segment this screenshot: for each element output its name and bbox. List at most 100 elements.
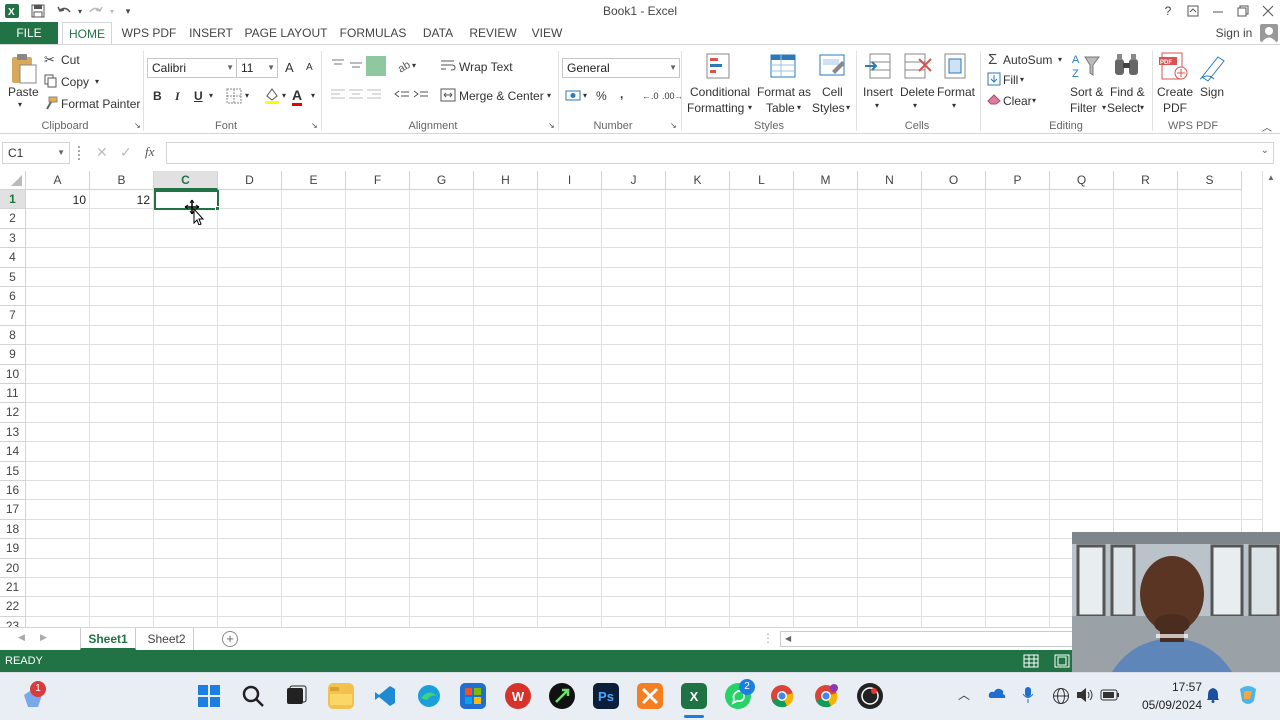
create-pdf-icon[interactable]: PDF (1159, 51, 1189, 81)
sheet-tab-sheet2[interactable]: Sheet2 (140, 628, 194, 650)
borders-dropdown-icon[interactable]: ▾ (245, 91, 249, 100)
sort-filter-icon[interactable]: AZ (1071, 51, 1101, 81)
conditional-formatting-icon[interactable] (704, 51, 734, 81)
scroll-left-icon[interactable]: ◀ (785, 634, 791, 643)
fill-color-icon[interactable] (263, 86, 281, 107)
collapse-ribbon-icon[interactable]: ︿ (1262, 119, 1272, 134)
copy-button[interactable]: Copy (61, 75, 89, 89)
clipboard-launcher-icon[interactable]: ↘ (134, 121, 141, 130)
clear-button[interactable]: Clear (1003, 94, 1032, 108)
increase-indent-icon[interactable] (413, 88, 429, 105)
chevron-down-icon[interactable]: ▾ (952, 101, 956, 110)
format-cells-icon[interactable] (941, 51, 971, 81)
tab-view[interactable]: VIEW (528, 22, 566, 45)
column-header-h[interactable]: H (474, 171, 538, 190)
format-painter-button[interactable]: Format Painter (61, 97, 140, 111)
battery-icon[interactable] (1100, 689, 1120, 704)
cut-button[interactable]: Cut (61, 53, 80, 67)
sort-filter-label-2[interactable]: Filter (1070, 101, 1097, 115)
column-header-r[interactable]: R (1114, 171, 1178, 190)
tab-data[interactable]: DATA (418, 22, 458, 45)
file-explorer-icon[interactable] (328, 683, 354, 709)
autosum-icon[interactable]: Σ (988, 51, 997, 68)
row-header-9[interactable]: 9 (0, 345, 26, 365)
column-header-j[interactable]: J (602, 171, 666, 190)
row-header-3[interactable]: 3 (0, 228, 26, 249)
grow-font-button[interactable]: A (285, 60, 294, 75)
excel-taskbar-icon[interactable]: X (681, 683, 707, 709)
column-header-q[interactable]: Q (1050, 171, 1114, 190)
chevron-down-icon[interactable]: ▾ (797, 103, 801, 112)
column-header-c[interactable]: C (154, 171, 218, 190)
obs-icon[interactable] (857, 683, 883, 709)
column-header-f[interactable]: F (346, 171, 410, 190)
row-header-18[interactable]: 18 (0, 519, 26, 540)
chevron-down-icon[interactable]: ▾ (1102, 103, 1106, 112)
align-left-icon[interactable] (330, 88, 346, 105)
underline-button[interactable]: U (194, 89, 203, 103)
tab-formulas[interactable]: FORMULAS (336, 22, 410, 45)
store-icon[interactable] (460, 683, 486, 709)
fill-icon[interactable] (987, 72, 1001, 89)
fill-handle[interactable] (215, 206, 220, 211)
sign-pen-icon[interactable] (1198, 51, 1228, 82)
borders-icon[interactable] (226, 88, 242, 107)
chrome-icon[interactable] (769, 683, 795, 709)
volume-icon[interactable] (1076, 687, 1094, 706)
fill-color-dropdown-icon[interactable]: ▾ (282, 91, 286, 100)
edge-icon[interactable] (416, 683, 442, 709)
format-as-table-label-1[interactable]: Format as (757, 85, 811, 99)
tab-page-layout[interactable]: PAGE LAYOUT (244, 22, 328, 45)
merge-center-button[interactable]: Merge & Center (459, 89, 544, 103)
row-header-20[interactable]: 20 (0, 558, 26, 578)
bold-button[interactable]: B (153, 89, 162, 103)
insert-cells-button[interactable]: Insert (863, 85, 893, 99)
chevron-down-icon[interactable]: ▾ (1140, 103, 1144, 112)
conditional-formatting-label-1[interactable]: Conditional (690, 85, 750, 99)
column-header-e[interactable]: E (282, 171, 346, 190)
cell-a1[interactable]: 10 (26, 191, 86, 210)
align-right-icon[interactable] (366, 88, 382, 105)
cell-styles-label-1[interactable]: Cell (822, 85, 843, 99)
clock-date[interactable]: 05/09/2024 (1130, 698, 1202, 712)
font-name-select[interactable]: Calibri ▼ (147, 58, 237, 78)
font-color-button[interactable]: A (292, 87, 303, 106)
row-header-13[interactable]: 13 (0, 422, 26, 443)
merge-center-icon[interactable] (440, 88, 456, 105)
shrink-font-button[interactable]: A (306, 62, 313, 73)
column-header-p[interactable]: P (986, 171, 1050, 190)
cell-styles-icon[interactable] (818, 51, 848, 81)
vs-code-icon[interactable] (372, 683, 398, 709)
accounting-dropdown-icon[interactable]: ▾ (583, 91, 587, 100)
fill-button[interactable]: Fill (1003, 73, 1018, 87)
globe-icon[interactable] (1052, 687, 1070, 708)
sign-button[interactable]: Sign (1200, 85, 1224, 99)
align-top-icon[interactable] (330, 57, 346, 76)
scroll-up-icon[interactable]: ▲ (1267, 173, 1275, 182)
cancel-entry-icon[interactable]: ✕ (96, 144, 108, 161)
binoculars-icon[interactable] (1112, 51, 1142, 81)
cell-styles-label-2[interactable]: Styles (812, 101, 845, 115)
tab-home[interactable]: HOME (62, 22, 112, 45)
row-header-11[interactable]: 11 (0, 384, 26, 404)
find-select-label-1[interactable]: Find & (1110, 85, 1145, 99)
chevron-down-icon[interactable]: ▾ (846, 103, 850, 112)
create-pdf-label-1[interactable]: Create (1157, 85, 1193, 99)
number-format-select[interactable]: General ▼ (562, 58, 680, 78)
row-header-2[interactable]: 2 (0, 209, 26, 229)
insert-function-button[interactable]: fx (145, 144, 154, 160)
copy-icon[interactable] (44, 74, 58, 91)
row-header-1[interactable]: 1 (0, 190, 26, 210)
decrease-indent-icon[interactable] (394, 88, 410, 105)
tab-file[interactable]: FILE (0, 22, 58, 45)
name-box[interactable]: C1 ▼ (2, 142, 70, 164)
format-painter-icon[interactable] (44, 96, 58, 113)
search-icon[interactable] (240, 683, 266, 709)
paste-button[interactable]: Paste (8, 85, 39, 99)
orientation-dropdown-icon[interactable]: ▾ (412, 61, 416, 70)
tab-wps-pdf[interactable]: WPS PDF (118, 22, 180, 45)
add-sheet-button[interactable]: + (222, 631, 238, 647)
confirm-entry-icon[interactable]: ✓ (120, 144, 132, 161)
merge-dropdown-icon[interactable]: ▾ (547, 91, 551, 100)
row-header-21[interactable]: 21 (0, 578, 26, 598)
